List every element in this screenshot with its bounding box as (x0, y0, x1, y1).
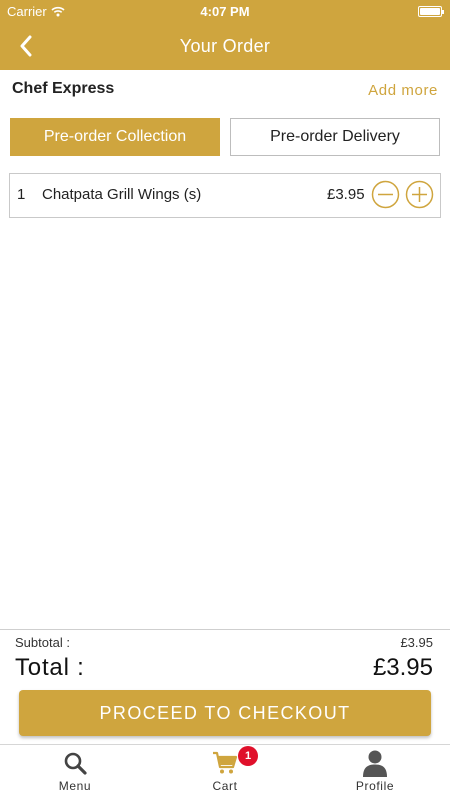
subtotal-label: Subtotal : (15, 635, 70, 650)
tab-cart-label: Cart (212, 779, 238, 793)
pre-order-collection-label: Pre-order Collection (43, 128, 187, 145)
tab-cart[interactable]: Cart (150, 745, 300, 800)
add-more-link[interactable]: Add more (368, 82, 438, 99)
plus-circle-icon (405, 180, 434, 209)
page-title: Your Order (179, 36, 271, 56)
cart-icon (213, 751, 238, 774)
restaurant-name: Chef Express (12, 80, 115, 97)
proceed-to-checkout-button[interactable]: PROCEED TO CHECKOUT (19, 690, 431, 736)
total-value: £3.95 (372, 654, 433, 681)
search-icon (64, 752, 87, 775)
status-bar: Carrier 4:07 PM (0, 0, 450, 24)
pre-order-delivery-label: Pre-order Delivery (270, 128, 400, 145)
item-name: Chatpata Grill Wings (s) (42, 186, 202, 203)
cart-count-badge: 1 (238, 746, 258, 766)
increase-quantity-button[interactable] (404, 179, 435, 210)
tab-bar: Menu Cart Profile (0, 744, 450, 800)
nav-bar: Your Order (0, 24, 450, 70)
user-icon (363, 750, 387, 777)
checkout-label: PROCEED TO CHECKOUT (99, 702, 351, 723)
item-price: £3.95 (327, 186, 365, 203)
minus-circle-icon (371, 180, 400, 209)
pre-order-delivery-button[interactable]: Pre-order Delivery (230, 118, 440, 156)
app-header: Carrier 4:07 PM Your Order (0, 0, 450, 70)
status-time: 4:07 PM (200, 4, 250, 19)
tab-menu-label: Menu (58, 779, 92, 793)
order-item-row: 1 Chatpata Grill Wings (s) £3.95 (9, 173, 441, 218)
item-quantity: 1 (17, 186, 26, 203)
battery-icon (418, 6, 444, 17)
tab-profile-label: Profile (355, 779, 395, 793)
tab-menu[interactable]: Menu (0, 745, 150, 800)
decrease-quantity-button[interactable] (370, 179, 401, 210)
pre-order-collection-button[interactable]: Pre-order Collection (10, 118, 220, 156)
total-label: Total : (15, 654, 85, 681)
order-totals: Subtotal : £3.95 Total : £3.95 (0, 629, 450, 689)
tab-profile[interactable]: Profile (300, 745, 450, 800)
subtotal-value: £3.95 (400, 635, 433, 650)
